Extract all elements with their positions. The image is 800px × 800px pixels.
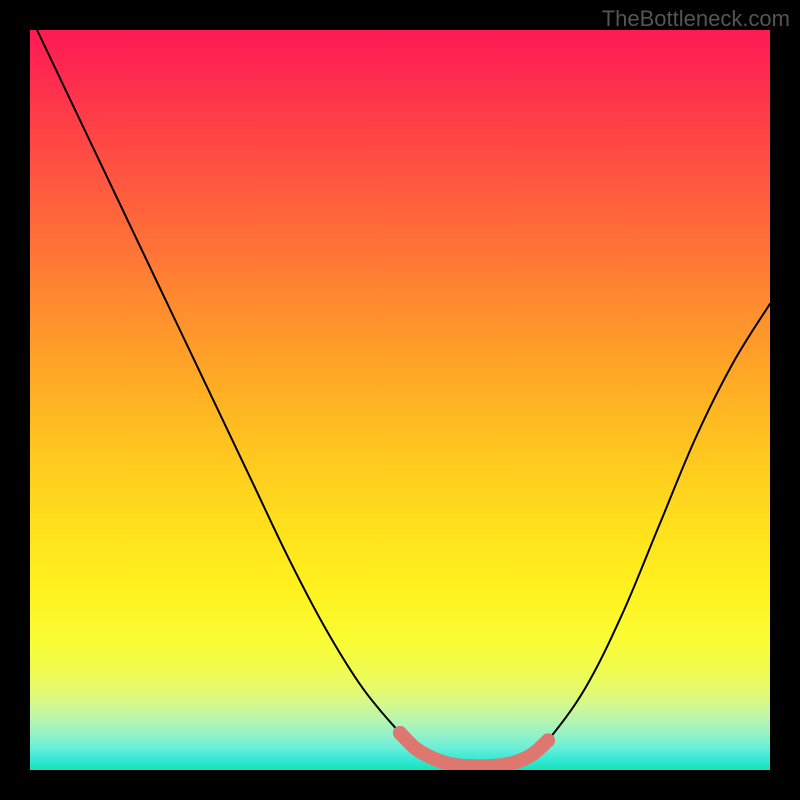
bottleneck-curve-line (30, 30, 770, 766)
highlight-dot-right (541, 733, 555, 747)
highlight-dot-left (393, 726, 407, 740)
chart-svg (30, 30, 770, 770)
chart-plot-area (30, 30, 770, 770)
bottleneck-highlight-line (400, 733, 548, 766)
watermark-text: TheBottleneck.com (602, 6, 790, 32)
